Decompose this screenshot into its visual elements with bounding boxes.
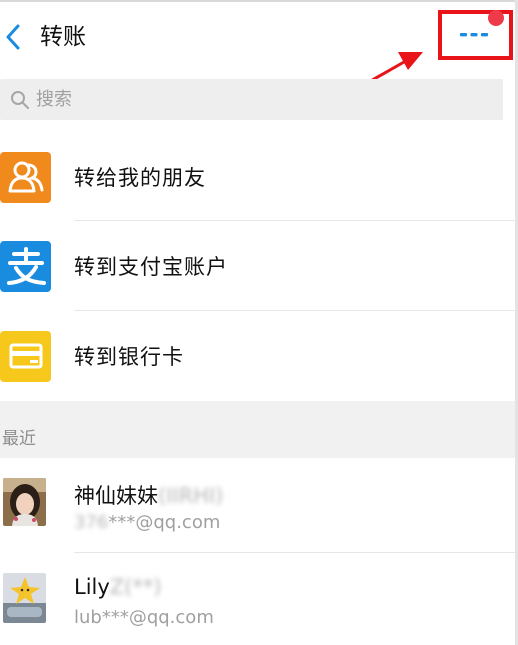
- masked-text: Z(**): [109, 575, 162, 599]
- search-input[interactable]: [36, 84, 476, 115]
- search-icon: [9, 89, 31, 111]
- recent-section-header: [0, 401, 515, 458]
- back-button[interactable]: [0, 20, 26, 54]
- menu-item-transfer-to-friends[interactable]: 转给我的朋友: [0, 132, 515, 222]
- contact-name: 神仙妹妹(IIRHI): [74, 480, 223, 510]
- menu-item-label: 转到支付宝账户: [74, 255, 228, 279]
- contact-email: 376***@qq.com: [74, 512, 220, 533]
- contact-item[interactable]: LilyZ(**) lub***@qq.com: [0, 553, 515, 645]
- contact-email: lub***@qq.com: [74, 607, 214, 628]
- avatar: [3, 478, 46, 526]
- friends-icon: [0, 151, 51, 203]
- bank-card-icon: [0, 330, 51, 382]
- menu-item-transfer-to-alipay[interactable]: 转到支付宝账户: [0, 221, 515, 311]
- contact-email-text: lub***@qq.com: [74, 607, 214, 628]
- page-title: 转账: [40, 24, 86, 50]
- menu-item-transfer-to-bank-card[interactable]: 转到银行卡: [0, 311, 515, 401]
- masked-text: (IIRHI): [158, 484, 224, 508]
- contact-email-text: ***@qq.com: [108, 512, 221, 533]
- contact-name: LilyZ(**): [74, 575, 162, 599]
- menu-item-label: 转给我的朋友: [74, 166, 206, 190]
- recent-section-label: 最近: [2, 429, 36, 449]
- contact-name-text: 神仙妹妹: [74, 484, 158, 508]
- contact-item[interactable]: 神仙妹妹(IIRHI) 376***@qq.com: [0, 458, 515, 552]
- search-bar[interactable]: [0, 79, 503, 120]
- notification-dot: [488, 10, 504, 26]
- alipay-icon: [0, 240, 51, 292]
- chevron-left-icon: [6, 24, 20, 50]
- masked-text: 376: [74, 512, 109, 533]
- contact-name-text: Lily: [74, 575, 110, 599]
- menu-item-label: 转到银行卡: [74, 345, 184, 369]
- avatar: [3, 573, 46, 623]
